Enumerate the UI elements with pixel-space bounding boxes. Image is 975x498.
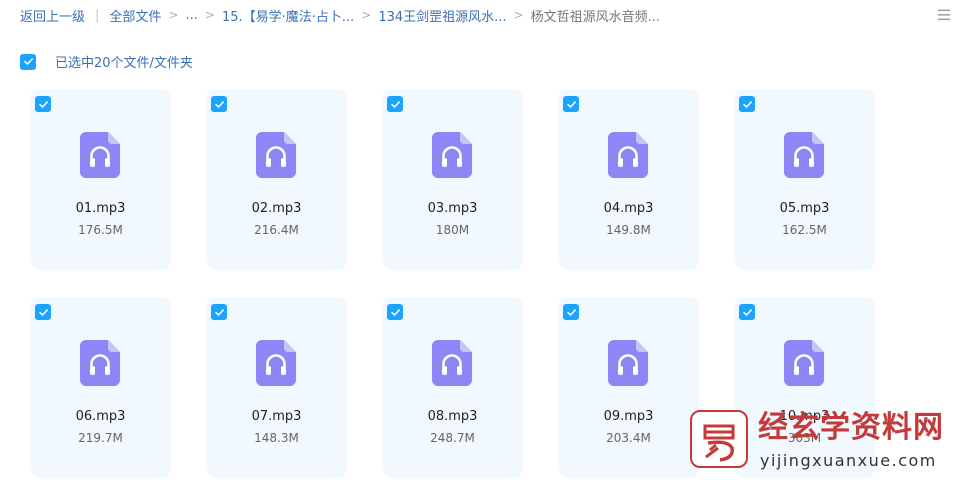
file-size: 148.3M bbox=[254, 431, 299, 445]
file-checkbox[interactable] bbox=[35, 96, 51, 112]
watermark-url: yijingxuanxue.com bbox=[760, 451, 937, 470]
breadcrumb-all-files[interactable]: 全部文件 bbox=[109, 6, 161, 25]
file-checkbox[interactable] bbox=[563, 304, 579, 320]
list-view-icon[interactable] bbox=[937, 8, 951, 22]
file-card[interactable]: 02.mp3 216.4M bbox=[206, 89, 347, 270]
file-card[interactable]: 03.mp3 180M bbox=[382, 89, 523, 270]
file-card[interactable]: 01.mp3 176.5M bbox=[30, 89, 171, 270]
select-all-row: 已选中20个文件/文件夹 bbox=[20, 52, 193, 71]
file-checkbox[interactable] bbox=[211, 96, 227, 112]
file-name: 02.mp3 bbox=[251, 201, 302, 216]
checkmark-icon bbox=[566, 100, 576, 108]
audio-file-icon bbox=[80, 132, 120, 178]
breadcrumb-ellipsis[interactable]: ... bbox=[185, 8, 197, 23]
file-name: 09.mp3 bbox=[603, 409, 654, 424]
file-card[interactable]: 07.mp3 148.3M bbox=[206, 297, 347, 478]
file-size: 176.5M bbox=[78, 223, 123, 237]
divider: | bbox=[95, 7, 100, 23]
file-name: 05.mp3 bbox=[779, 201, 830, 216]
audio-file-icon bbox=[256, 132, 296, 178]
checkmark-icon bbox=[742, 308, 752, 316]
file-checkbox[interactable] bbox=[387, 96, 403, 112]
file-size: 248.7M bbox=[430, 431, 475, 445]
file-size: 219.7M bbox=[78, 431, 123, 445]
checkmark-icon bbox=[214, 100, 224, 108]
file-card[interactable]: 06.mp3 219.7M bbox=[30, 297, 171, 478]
file-checkbox[interactable] bbox=[35, 304, 51, 320]
watermark-logo-icon bbox=[690, 410, 748, 468]
file-card[interactable]: 09.mp3 203.4M bbox=[558, 297, 699, 478]
file-name: 03.mp3 bbox=[427, 201, 478, 216]
file-card[interactable]: 04.mp3 149.8M bbox=[558, 89, 699, 270]
file-card[interactable]: 05.mp3 162.5M bbox=[734, 89, 875, 270]
file-name: 06.mp3 bbox=[75, 409, 126, 424]
audio-file-icon bbox=[432, 340, 472, 386]
file-size: 149.8M bbox=[606, 223, 651, 237]
audio-file-icon bbox=[432, 132, 472, 178]
file-name: 08.mp3 bbox=[427, 409, 478, 424]
file-size: 180M bbox=[435, 223, 470, 237]
file-name: 01.mp3 bbox=[75, 201, 126, 216]
checkmark-icon bbox=[742, 100, 752, 108]
checkmark-icon bbox=[23, 58, 33, 65]
selection-count-label: 已选中20个文件/文件夹 bbox=[55, 56, 193, 71]
chevron-right-icon: > bbox=[204, 8, 215, 22]
audio-file-icon bbox=[784, 132, 824, 178]
file-size: 203.4M bbox=[606, 431, 651, 445]
file-checkbox[interactable] bbox=[739, 96, 755, 112]
chevron-right-icon: > bbox=[513, 8, 524, 22]
audio-file-icon bbox=[80, 340, 120, 386]
file-size: 162.5M bbox=[782, 223, 827, 237]
watermark-title: 经玄学资料网 bbox=[758, 410, 944, 445]
breadcrumb-current: 杨文哲祖源风水音频... bbox=[530, 9, 661, 25]
checkmark-icon bbox=[38, 100, 48, 108]
audio-file-icon bbox=[784, 340, 824, 386]
checkmark-icon bbox=[566, 308, 576, 316]
select-all-checkbox[interactable] bbox=[20, 53, 36, 70]
back-link[interactable]: 返回上一级 bbox=[20, 6, 85, 25]
file-checkbox[interactable] bbox=[387, 304, 403, 320]
file-card[interactable]: 08.mp3 248.7M bbox=[382, 297, 523, 478]
breadcrumb: 返回上一级 | 全部文件 > ... > 15.【易学·魔法·占卜... > 1… bbox=[20, 6, 661, 25]
chevron-right-icon: > bbox=[361, 8, 372, 22]
file-name: 07.mp3 bbox=[251, 409, 302, 424]
checkmark-icon bbox=[390, 100, 400, 108]
breadcrumb-folder-1[interactable]: 15.【易学·魔法·占卜... bbox=[222, 6, 354, 25]
audio-file-icon bbox=[608, 340, 648, 386]
file-size: 216.4M bbox=[254, 223, 299, 237]
checkmark-icon bbox=[390, 308, 400, 316]
audio-file-icon bbox=[608, 132, 648, 178]
file-checkbox[interactable] bbox=[739, 304, 755, 320]
file-name: 04.mp3 bbox=[603, 201, 654, 216]
audio-file-icon bbox=[256, 340, 296, 386]
file-checkbox[interactable] bbox=[211, 304, 227, 320]
checkmark-icon bbox=[214, 308, 224, 316]
file-checkbox[interactable] bbox=[563, 96, 579, 112]
checkmark-icon bbox=[38, 308, 48, 316]
breadcrumb-folder-2[interactable]: 134王剑罡祖源风水... bbox=[378, 6, 506, 25]
chevron-right-icon: > bbox=[168, 8, 179, 22]
